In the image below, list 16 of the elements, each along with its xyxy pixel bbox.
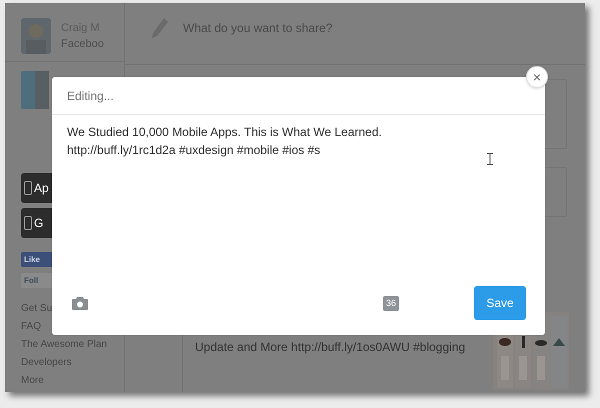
post-text: Update and More http://buff.ly/1os0AWU #blogging bbox=[194, 339, 466, 356]
sidebar-link[interactable]: Developers bbox=[21, 354, 124, 372]
dialog-title: Editing... bbox=[67, 88, 114, 104]
app-store-badge[interactable]: Ap bbox=[21, 173, 52, 203]
save-button[interactable]: Save bbox=[474, 286, 526, 320]
camera-icon bbox=[72, 296, 88, 310]
social-network-icon bbox=[21, 71, 49, 109]
post-text-field[interactable]: We Studied 10,000 Mobile Apps. This is What We Learned. http://buff.ly/1rc1d2a #uxdesign #mobile #ios #s bbox=[67, 123, 467, 159]
avatar-icon bbox=[21, 18, 51, 54]
character-count: 36 bbox=[382, 296, 399, 311]
social-follow-button[interactable]: Like bbox=[21, 252, 52, 267]
sidebar-link[interactable]: More bbox=[21, 372, 124, 390]
app-store-badge[interactable]: G bbox=[21, 208, 52, 238]
text-cursor-icon bbox=[487, 153, 493, 165]
social-follow-button[interactable]: Foll bbox=[21, 273, 52, 288]
sidebar-link[interactable]: The Awesome Plan bbox=[21, 336, 124, 354]
